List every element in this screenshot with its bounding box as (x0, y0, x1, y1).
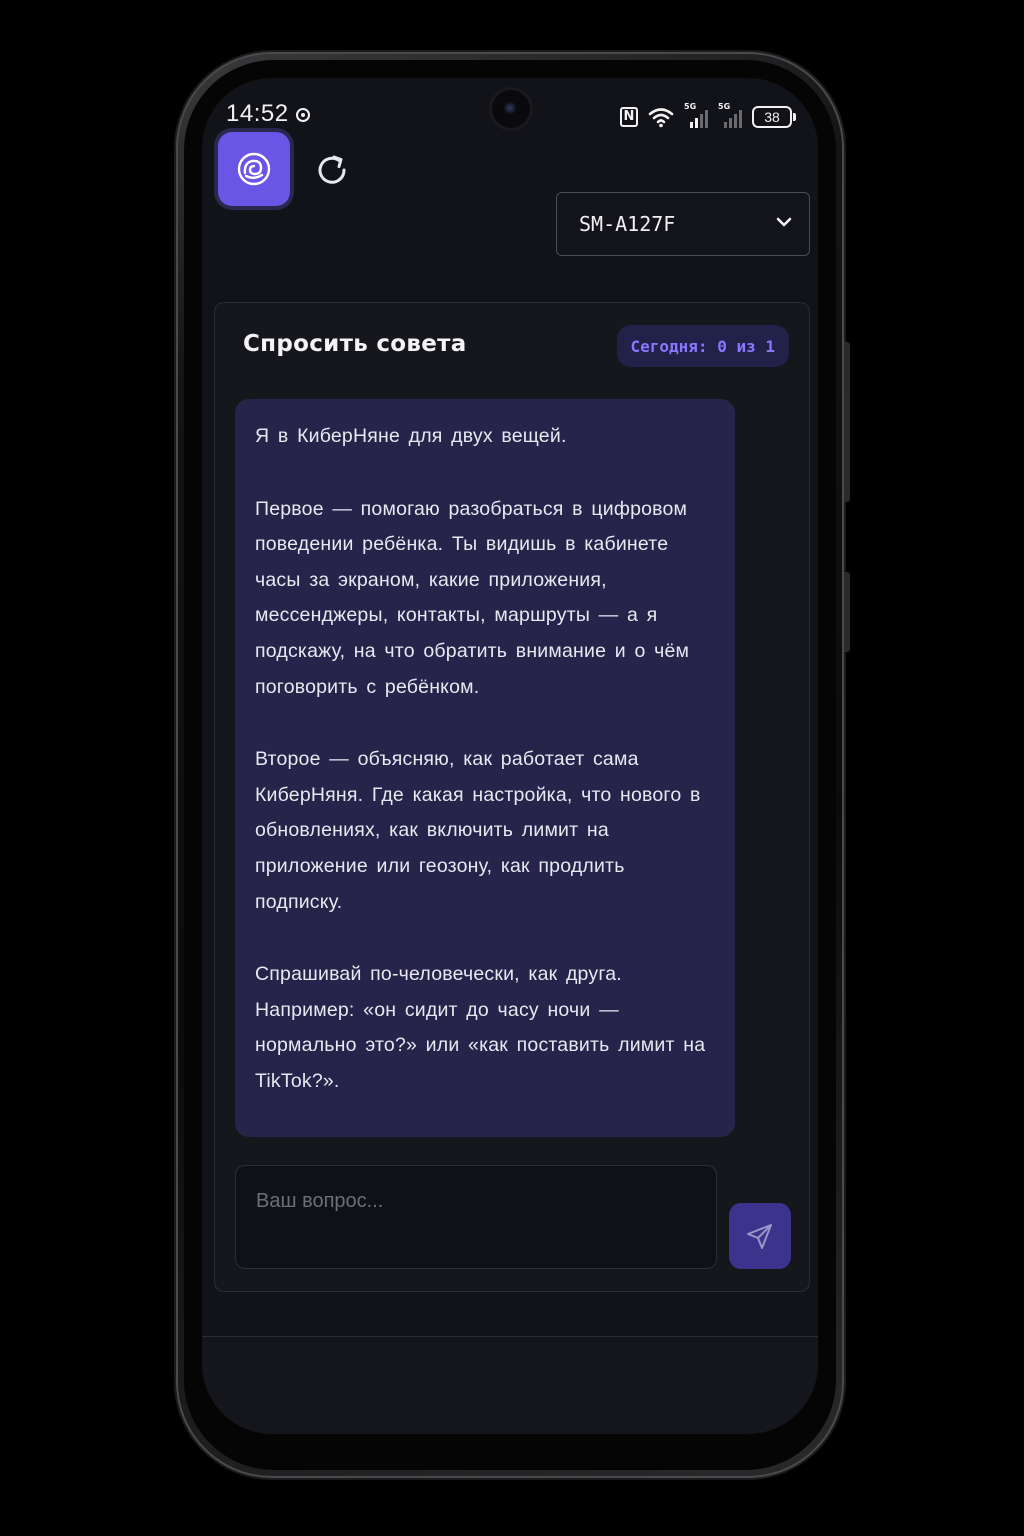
signal-icon: 5G (684, 102, 708, 128)
message-paragraph: Я в КиберНяне для двух вещей. (255, 425, 567, 447)
refresh-icon (318, 155, 346, 184)
quota-badge: Сегодня: 0 из 1 (616, 325, 789, 367)
location-icon (296, 108, 310, 122)
message-paragraph: Первое — помогаю разобраться в цифровом … (255, 497, 690, 698)
baby-logo-icon (237, 152, 271, 186)
assistant-message: Я в КиберНяне для двух вещей. Первое — п… (235, 399, 735, 1137)
question-input[interactable] (235, 1165, 717, 1269)
ask-advice-card: Спросить совета Сегодня: 0 из 1 Я в Кибе… (214, 302, 810, 1292)
front-camera (492, 90, 530, 128)
power-button (844, 572, 850, 652)
status-bar: 14:52 N 5G 5G 38 (202, 78, 818, 154)
send-button[interactable] (729, 1203, 791, 1269)
device-select[interactable]: SM-A127F (556, 192, 810, 256)
wifi-icon (648, 108, 674, 128)
signal-icon: 5G (718, 102, 742, 128)
battery-icon: 38 (752, 106, 796, 128)
status-time: 14:52 (226, 100, 289, 127)
screen: 14:52 N 5G 5G 38 SM-A127F Спросить совет… (202, 78, 818, 1434)
device-select-value: SM-A127F (579, 212, 676, 236)
volume-button (844, 342, 850, 502)
phone-frame: 14:52 N 5G 5G 38 SM-A127F Спросить совет… (176, 52, 850, 1478)
message-paragraph: Второе — объясняю, как работает сама Киб… (255, 748, 701, 913)
bottom-area (202, 1337, 818, 1434)
refresh-button[interactable] (310, 148, 354, 192)
send-icon (747, 1224, 772, 1249)
app-logo-button[interactable] (218, 132, 290, 206)
chevron-down-icon (776, 217, 792, 227)
nfc-icon: N (620, 107, 638, 127)
status-icons: N 5G 5G 38 (620, 102, 796, 130)
message-paragraph: Спрашивай по-человечески, как друга. Нап… (255, 963, 706, 1092)
card-title: Спросить совета (243, 331, 467, 357)
